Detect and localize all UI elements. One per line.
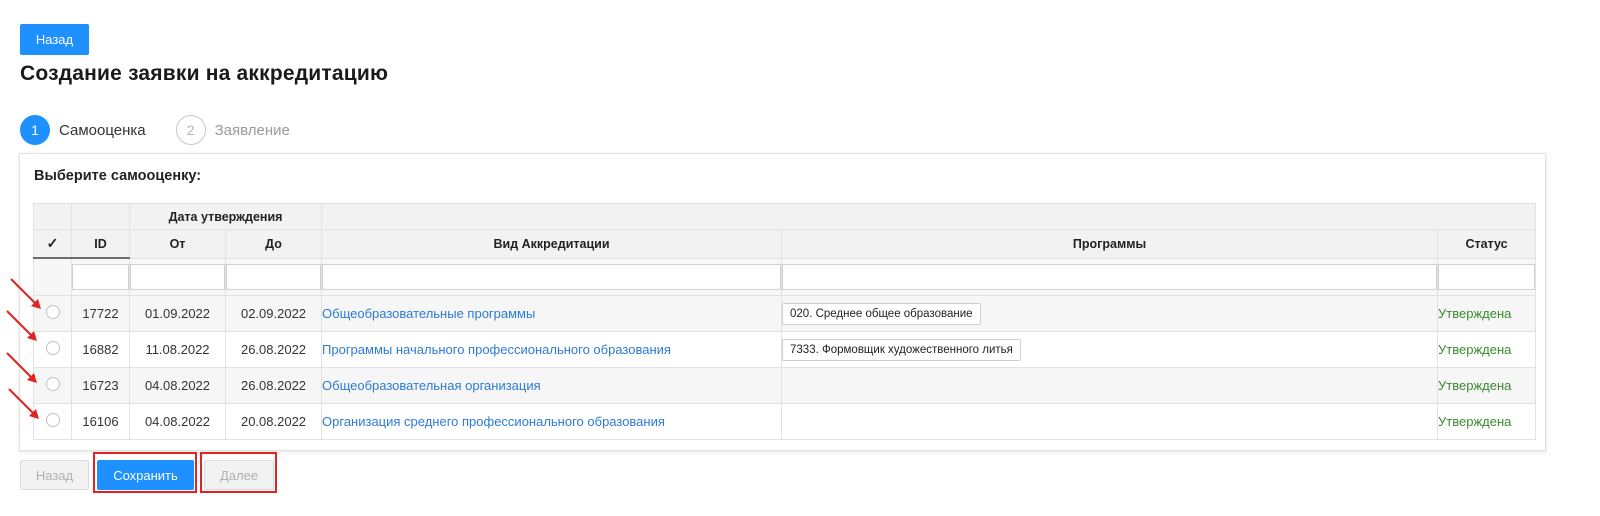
table-row[interactable]: 16882 11.08.2022 26.08.2022 Программы на… (33, 331, 1537, 368)
accreditation-type-link[interactable]: Программы начального профессионального о… (322, 342, 671, 357)
cell-to: 26.08.2022 (224, 367, 323, 404)
self-assessment-table: Дата утверждения ✓ ID От До Вид Аккредит… (33, 203, 1537, 440)
filter-programs-input[interactable] (782, 263, 1438, 290)
column-header-check[interactable]: ✓ (33, 229, 72, 259)
filter-status-input[interactable] (1438, 263, 1536, 290)
cell-from: 11.08.2022 (129, 331, 226, 368)
back-button-bottom[interactable]: Назад (20, 460, 89, 490)
column-header-to[interactable]: До (224, 229, 323, 259)
table-row[interactable]: 17722 01.09.2022 02.09.2022 Общеобразова… (33, 295, 1537, 332)
cell-id: 16106 (71, 403, 130, 440)
program-tag: 7333. Формовщик художественного литья (782, 338, 1021, 361)
filter-row (33, 257, 1537, 296)
filter-cell-empty (33, 257, 72, 296)
program-tag: 020. Среднее общее образование (782, 302, 981, 325)
column-header-status[interactable]: Статус (1437, 229, 1537, 259)
card-heading: Выберите самооценку: (34, 168, 202, 184)
status-text: Утверждена (1438, 342, 1512, 357)
cell-to: 26.08.2022 (224, 331, 323, 368)
row-select-radio[interactable] (45, 341, 60, 355)
column-header-programs[interactable]: Программы (781, 229, 1439, 259)
status-text: Утверждена (1438, 378, 1512, 393)
table-row[interactable]: 16723 04.08.2022 26.08.2022 Общеобразова… (33, 367, 1537, 404)
cell-programs-empty (781, 403, 1439, 440)
self-assessment-card: Выберите самооценку: Дата утверждения ✓ … (19, 153, 1546, 451)
filter-to-input[interactable] (226, 263, 322, 290)
row-select-radio[interactable] (45, 305, 60, 319)
column-header-id[interactable]: ID (71, 229, 130, 259)
filter-type-input[interactable] (322, 263, 782, 290)
filter-from-input[interactable] (130, 263, 225, 290)
save-button[interactable]: Сохранить (97, 460, 194, 490)
stepper: 1 Самооценка 2 Заявление (20, 114, 320, 146)
cell-id: 17722 (71, 295, 130, 332)
step-application[interactable]: 2 Заявление (175, 115, 290, 145)
column-header-from[interactable]: От (129, 229, 226, 259)
filter-id-input[interactable] (72, 264, 129, 290)
group-header-row: Дата утверждения (33, 203, 1537, 230)
row-select-radio[interactable] (45, 377, 60, 391)
cell-to: 02.09.2022 (224, 295, 323, 332)
row-select-radio[interactable] (45, 413, 60, 427)
page-title: Создание заявки на аккредитацию (20, 62, 389, 85)
step-label: Самооценка (59, 121, 146, 139)
accreditation-type-link[interactable]: Общеобразовательные программы (322, 306, 535, 321)
status-text: Утверждена (1438, 414, 1512, 429)
status-text: Утверждена (1438, 306, 1512, 321)
cell-from: 04.08.2022 (129, 403, 226, 440)
table-row[interactable]: 16106 04.08.2022 20.08.2022 Организация … (33, 403, 1537, 440)
cell-programs-empty (781, 367, 1439, 404)
column-header-type[interactable]: Вид Аккредитации (321, 229, 783, 259)
column-header-row: ✓ ID От До Вид Аккредитации Программы Ст… (33, 229, 1537, 259)
group-header-empty (33, 203, 72, 230)
group-header-empty (321, 203, 1537, 230)
cell-from: 04.08.2022 (129, 367, 226, 404)
cell-to: 20.08.2022 (224, 403, 323, 440)
cell-id: 16882 (71, 331, 130, 368)
step-number: 2 (175, 115, 206, 145)
checkmark-icon: ✓ (46, 235, 59, 251)
back-button-top[interactable]: Назад (20, 24, 89, 55)
cell-id: 16723 (71, 367, 130, 404)
step-self-assessment[interactable]: 1 Самооценка (20, 115, 146, 145)
group-header-empty (71, 203, 130, 230)
next-button[interactable]: Далее (204, 460, 274, 490)
cell-from: 01.09.2022 (129, 295, 226, 332)
step-label: Заявление (214, 121, 290, 139)
accreditation-type-link[interactable]: Организация среднего профессионального о… (322, 414, 665, 429)
accreditation-type-link[interactable]: Общеобразовательная организация (322, 378, 541, 393)
group-header-approval-date: Дата утверждения (128, 203, 323, 230)
step-number: 1 (20, 115, 50, 145)
